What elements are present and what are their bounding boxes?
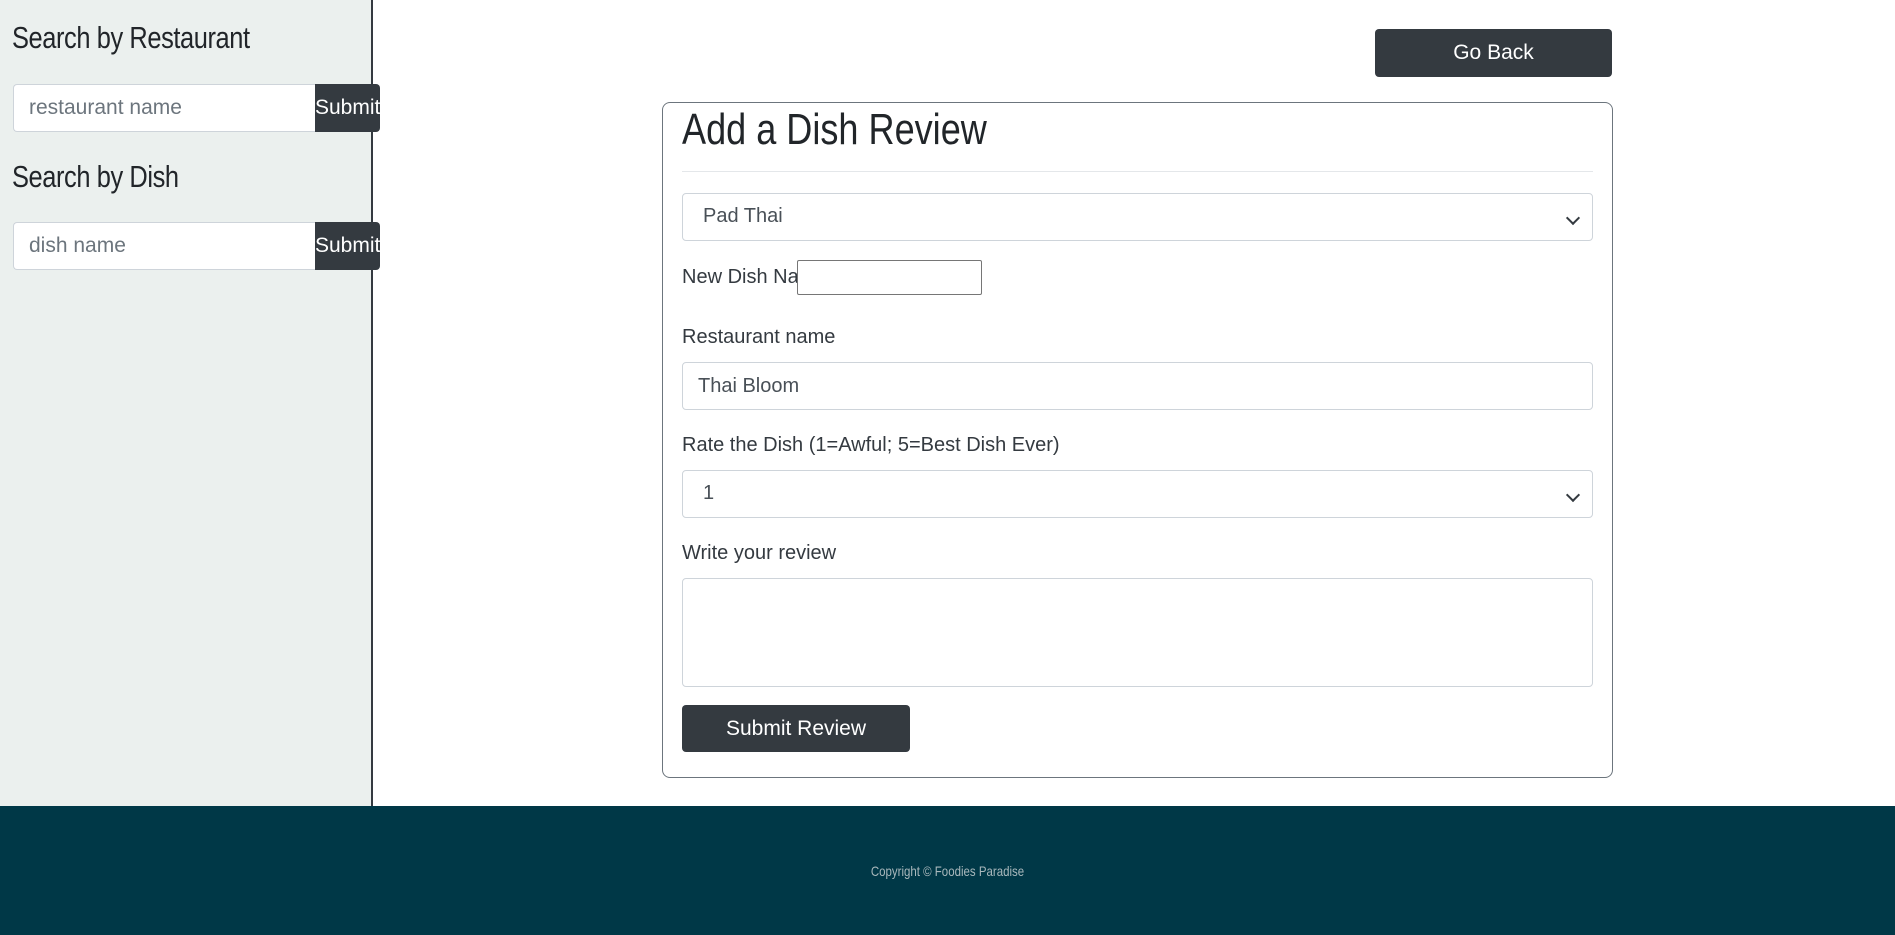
restaurant-search-input[interactable] — [13, 84, 315, 132]
dish-search-input[interactable] — [13, 222, 315, 270]
dish-select[interactable]: Pad Thai — [682, 193, 1593, 241]
restaurant-search-group: Submit — [13, 84, 381, 132]
restaurant-name-input[interactable] — [682, 362, 1593, 410]
title-divider — [682, 171, 1593, 172]
rating-select-value: 1 — [703, 482, 715, 504]
dish-search-group: Submit — [13, 222, 381, 270]
review-form-card: Add a Dish Review Pad Thai New Dish Name… — [662, 102, 1613, 778]
dish-search-submit-button[interactable]: Submit — [315, 222, 381, 270]
form-title: Add a Dish Review — [682, 105, 987, 154]
chevron-down-icon — [1565, 210, 1581, 226]
rating-select[interactable]: 1 — [682, 470, 1593, 518]
dish-search-title: Search by Dish — [12, 159, 179, 194]
copyright-text: Copyright © Foodies Paradise — [870, 862, 1025, 879]
chevron-down-icon — [1565, 487, 1581, 503]
sidebar: Search by Restaurant Submit Search by Di… — [0, 0, 381, 806]
submit-review-button[interactable]: Submit Review — [682, 705, 910, 752]
restaurant-name-label: Restaurant name — [682, 326, 836, 348]
rating-label: Rate the Dish (1=Awful; 5=Best Dish Ever… — [682, 434, 1060, 456]
restaurant-search-submit-button[interactable]: Submit — [315, 84, 381, 132]
review-textarea[interactable] — [682, 578, 1593, 687]
go-back-button[interactable]: Go Back — [1375, 29, 1612, 77]
restaurant-search-title: Search by Restaurant — [12, 20, 250, 55]
review-label: Write your review — [682, 542, 837, 564]
new-dish-name-input[interactable] — [797, 260, 982, 295]
dish-select-value: Pad Thai — [703, 205, 783, 227]
footer: Copyright © Foodies Paradise — [0, 806, 1895, 935]
